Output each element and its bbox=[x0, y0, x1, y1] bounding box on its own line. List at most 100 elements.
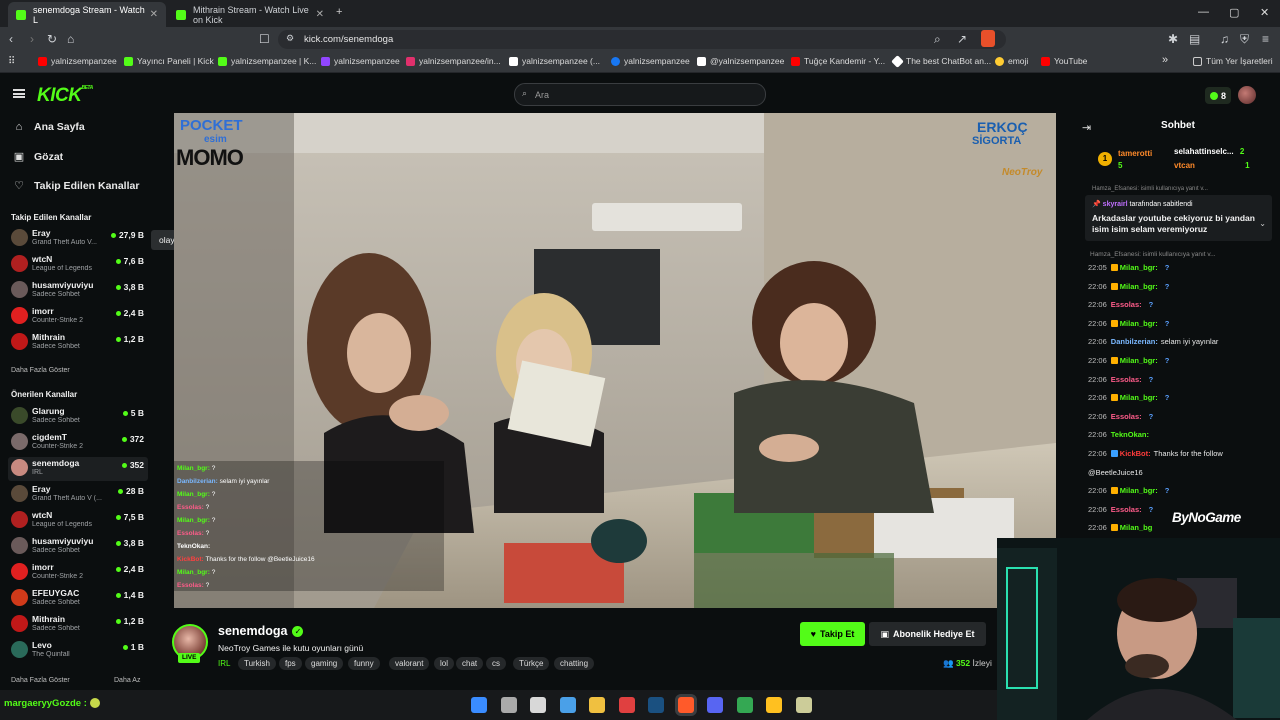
tag-chip[interactable]: gaming bbox=[305, 657, 344, 670]
search-input[interactable]: ⌕ Ara bbox=[514, 83, 766, 106]
tab-mithrain[interactable]: Mithrain Stream - Watch Live on Kick ✕ bbox=[168, 2, 332, 27]
maximize-button[interactable]: ▢ bbox=[1229, 6, 1239, 19]
top-gifter-2[interactable]: selahattinselc... 2 bbox=[1174, 147, 1244, 156]
sidebar-item-eray[interactable]: Eray Grand Theft Auto V... 27,9 B bbox=[8, 227, 148, 251]
chat-username[interactable]: Essolas: bbox=[1111, 505, 1142, 514]
gift-subscription-button[interactable]: ▣ Abonelik Hediye Et bbox=[869, 622, 986, 646]
tag-chip[interactable]: funny bbox=[348, 657, 380, 670]
chat-username[interactable]: Milan_bgr: bbox=[1120, 486, 1158, 495]
bookmark-item[interactable]: yalnizsempanzee bbox=[321, 56, 400, 66]
top-gifter-1[interactable]: tamerotti bbox=[1118, 149, 1152, 158]
bookmark-item[interactable]: Yayıncı Paneli | Kick bbox=[124, 56, 214, 66]
sidebar-item-levo[interactable]: Levo The Quinfall 1 B bbox=[8, 639, 148, 663]
sidebar-item-following[interactable]: ♡ Takip Edilen Kanallar bbox=[13, 179, 139, 193]
chat-username[interactable]: Milan_bgr: bbox=[1120, 319, 1158, 328]
sidebar-item-husamviyuviyu[interactable]: husamviyuviyu Sadece Sohbet 3,8 B bbox=[8, 279, 148, 303]
sidebar-item-imorr[interactable]: imorr Counter-Strike 2 2,4 B bbox=[8, 561, 148, 585]
vpn-icon[interactable]: ⛨ bbox=[1240, 32, 1249, 47]
sidebar-item-senemdoga[interactable]: senemdoga IRL 352 bbox=[8, 457, 148, 481]
recommended-show-more-link[interactable]: Daha Fazla Göster bbox=[11, 677, 70, 684]
follow-button[interactable]: ♥ Takip Et bbox=[800, 622, 865, 646]
bookmark-item[interactable]: yalnizsempanzee bbox=[611, 56, 690, 66]
chat-username[interactable]: Milan_bgr: bbox=[1120, 393, 1158, 402]
back-icon[interactable]: ‹ bbox=[9, 32, 13, 46]
site-info-icon[interactable]: ⚙ bbox=[286, 33, 294, 44]
tag-chip[interactable]: valorant bbox=[389, 657, 430, 670]
editor-icon[interactable] bbox=[766, 697, 782, 713]
extensions-icon[interactable]: ✱ bbox=[1168, 32, 1178, 46]
close-icon[interactable]: ✕ bbox=[150, 9, 158, 20]
bookmark-item[interactable]: YouTube bbox=[1041, 56, 1087, 66]
top-gifter-3[interactable]: vtcan 1 bbox=[1174, 161, 1250, 170]
followed-show-more-link[interactable]: Daha Fazla Göster bbox=[11, 367, 70, 374]
close-window-button[interactable]: ✕ bbox=[1260, 6, 1269, 19]
sidebar-icon[interactable]: ▤ bbox=[1189, 32, 1200, 46]
bookmarks-more-button[interactable]: » bbox=[1162, 54, 1168, 66]
menu-icon[interactable]: ≡ bbox=[1262, 32, 1269, 46]
brave-icon[interactable] bbox=[677, 697, 694, 713]
chat-username[interactable]: Essolas: bbox=[1111, 375, 1142, 384]
sidebar-item-mithrain[interactable]: Mithrain Sadece Sohbet 1,2 B bbox=[8, 331, 148, 355]
sidebar-item-eray[interactable]: Eray Grand Theft Auto V (... 28 B bbox=[8, 483, 148, 507]
chrome-icon[interactable] bbox=[736, 697, 753, 713]
taskview-icon[interactable] bbox=[500, 697, 517, 713]
bookmark-item[interactable]: yalnizsempanzee/in... bbox=[406, 56, 501, 66]
chevron-down-icon[interactable]: ⌄ bbox=[1259, 219, 1266, 228]
video-player[interactable]: POCKET esim MOMO ERKOÇ SİGORTA NeoTroy bbox=[174, 113, 1056, 608]
music-icon[interactable]: ♫ bbox=[1220, 32, 1229, 46]
bookmark-item[interactable]: yalnizsempanzee | K... bbox=[218, 56, 316, 66]
sidebar-item-wtcn[interactable]: wtcN League of Legends 7,5 B bbox=[8, 509, 148, 533]
chat-username[interactable]: Milan_bgr: bbox=[1120, 282, 1158, 291]
tag-chip[interactable]: Türkçe bbox=[513, 657, 550, 670]
close-icon[interactable]: ✕ bbox=[316, 9, 324, 20]
chat-username[interactable]: Danbilzerian: bbox=[1111, 337, 1158, 346]
sidebar-item-mithrain[interactable]: Mithrain Sadece Sohbet 1,2 B bbox=[8, 613, 148, 637]
bookmark-item[interactable]: @yalnizsempanzee bbox=[697, 56, 784, 66]
bookmark-item[interactable]: The best ChatBot an... bbox=[891, 54, 991, 68]
new-tab-button[interactable]: + bbox=[336, 6, 342, 18]
zoom-icon[interactable]: ⌕ bbox=[934, 32, 941, 47]
user-avatar[interactable] bbox=[1238, 86, 1256, 104]
home-icon[interactable]: ⌂ bbox=[67, 32, 74, 46]
stream-category-link[interactable]: IRL bbox=[218, 659, 230, 668]
kicks-coins-button[interactable]: 8 bbox=[1205, 87, 1232, 104]
bookmark-item[interactable]: emoji bbox=[995, 56, 1028, 66]
chat-username[interactable]: Essolas: bbox=[1111, 412, 1142, 421]
sidebar-item-efeuygac[interactable]: EFEUYGAC Sadece Sohbet 1,4 B bbox=[8, 587, 148, 611]
bookmark-item[interactable]: yalnizsempanzee bbox=[38, 56, 117, 66]
brave-shield-icon[interactable] bbox=[981, 30, 995, 47]
bookmark-item[interactable]: Tuğçe Kandemir - Y... bbox=[791, 56, 885, 66]
streamer-name[interactable]: senemdoga ✓ bbox=[218, 624, 304, 638]
recommended-show-less-link[interactable]: Daha Az bbox=[114, 677, 140, 684]
sidebar-item-browse[interactable]: ▣ Gözat bbox=[13, 150, 63, 164]
obs-icon[interactable] bbox=[618, 697, 635, 713]
kick-logo[interactable]: KICKBETA bbox=[37, 85, 93, 107]
chat-username[interactable]: Milan_bgr: bbox=[1120, 356, 1158, 365]
bookmark-icon[interactable]: ☐ bbox=[259, 32, 270, 46]
sidebar-item-cigdemt[interactable]: cigdemT Counter-Strike 2 372 bbox=[8, 431, 148, 455]
chat-username[interactable]: TeknOkan: bbox=[1111, 430, 1149, 439]
hamburger-menu-icon[interactable] bbox=[13, 89, 25, 98]
share-icon[interactable]: ↗ bbox=[957, 32, 967, 46]
all-bookmarks-button[interactable]: Tüm Yer İşaretleri bbox=[1193, 56, 1273, 66]
sidebar-item-wtcn[interactable]: wtcN League of Legends 7,6 B bbox=[8, 253, 148, 277]
photos-icon[interactable] bbox=[559, 697, 576, 713]
discord-icon[interactable] bbox=[707, 697, 723, 713]
reload-icon[interactable]: ↻ bbox=[47, 32, 57, 46]
media-icon[interactable] bbox=[795, 697, 812, 713]
tag-chip[interactable]: cs bbox=[486, 657, 506, 670]
apps-icon[interactable]: ⠿ bbox=[8, 56, 15, 67]
address-bar[interactable]: kick.com/senemdoga bbox=[278, 30, 1006, 49]
sidebar-item-home[interactable]: ⌂ Ana Sayfa bbox=[13, 121, 85, 133]
chat-username[interactable]: Essolas: bbox=[1111, 300, 1142, 309]
tab-senemdoga[interactable]: senemdoga Stream - Watch L ✕ bbox=[8, 2, 166, 27]
tag-chip[interactable]: lol bbox=[434, 657, 455, 670]
sidebar-item-glarung[interactable]: Glarung Sadece Sohbet 5 B bbox=[8, 405, 148, 429]
notes-icon[interactable] bbox=[530, 697, 546, 713]
tag-chip[interactable]: chatting bbox=[554, 657, 595, 670]
tag-chip[interactable]: Turkish bbox=[238, 657, 276, 670]
minimize-button[interactable]: — bbox=[1198, 6, 1209, 18]
bookmark-item[interactable]: yalnizsempanzee (... bbox=[509, 56, 600, 66]
tag-chip[interactable]: fps bbox=[279, 657, 302, 670]
tag-chip[interactable]: chat bbox=[456, 657, 484, 670]
